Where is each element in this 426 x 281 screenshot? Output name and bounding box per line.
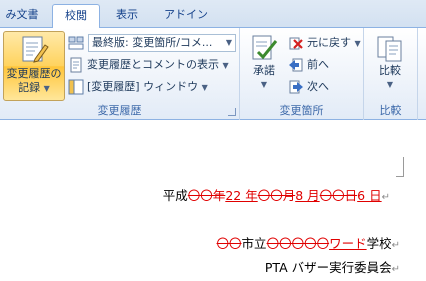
chevron-down-icon: ▼ bbox=[43, 84, 50, 93]
deleted-text: 〇〇年 bbox=[187, 188, 226, 203]
committee-name: PTA バザー実行委員会 bbox=[264, 260, 392, 275]
school-type: 市立 bbox=[241, 236, 267, 251]
changes-group: 承諾 ▼ 元に戻す ▼ 前へ 次へ 変更箇所 bbox=[240, 28, 364, 120]
inserted-text: ワード bbox=[329, 236, 367, 251]
inserted-text: 8 月 bbox=[295, 188, 320, 203]
ribbon-tab-bar: み文書 校閲 表示 アドイン bbox=[0, 0, 426, 29]
display-for-review-select[interactable]: 最終版: 変更箇所/コメ... ▼ bbox=[88, 34, 236, 52]
track-changes-icon bbox=[22, 36, 49, 63]
show-markup-label: 変更履歴とコメントの表示 bbox=[87, 58, 219, 71]
compare-icon bbox=[377, 36, 402, 62]
deleted-text: 〇〇〇〇〇 bbox=[266, 236, 330, 251]
accept-label: 承諾 bbox=[253, 64, 275, 77]
school-suffix: 学校 bbox=[366, 236, 392, 251]
paragraph-mark: ↵ bbox=[391, 264, 400, 275]
chevron-down-icon: ▼ bbox=[386, 80, 394, 89]
deleted-text: 〇〇月 bbox=[257, 188, 296, 203]
compare-group-label: 比較 bbox=[379, 104, 402, 117]
reviewing-pane-button[interactable]: [変更履歴] ウィンドウ ▼ bbox=[68, 78, 208, 96]
deleted-text: 〇〇 bbox=[216, 236, 242, 251]
reject-button[interactable]: 元に戻す ▼ bbox=[288, 34, 361, 52]
compare-group: 比較 ▼ 比較 bbox=[364, 28, 418, 120]
chevron-down-icon: ▼ bbox=[354, 39, 361, 48]
display-for-review-row bbox=[68, 34, 87, 52]
deleted-text: 〇〇日 bbox=[319, 188, 358, 203]
reviewing-pane-label: [変更履歴] ウィンドウ bbox=[87, 80, 199, 93]
chevron-down-icon: ▼ bbox=[260, 80, 268, 89]
track-changes-label-2: 記録 bbox=[18, 81, 41, 94]
reject-label: 元に戻す bbox=[307, 36, 351, 49]
chevron-down-icon: ▼ bbox=[225, 38, 232, 47]
chevron-down-icon: ▼ bbox=[201, 83, 208, 92]
tab-addins[interactable]: アドイン bbox=[160, 4, 212, 29]
page-corner-mark bbox=[396, 157, 404, 177]
tab-review[interactable]: 校閲 bbox=[52, 4, 100, 29]
track-changes-group: 変更履歴の 記録 ▼ 最終版: 変更箇所/コメ... ▼ 変更履歴とコメントの表… bbox=[0, 28, 240, 120]
dialog-launcher-icon[interactable] bbox=[228, 108, 236, 116]
previous-change-icon bbox=[289, 58, 303, 72]
compare-button[interactable]: 比較 ▼ bbox=[370, 31, 410, 101]
previous-change-button[interactable]: 前へ bbox=[288, 56, 329, 74]
accept-icon bbox=[252, 35, 278, 60]
paragraph-mark: ↵ bbox=[391, 240, 400, 251]
changes-group-label: 変更箇所 bbox=[279, 104, 324, 117]
ribbon: 変更履歴の 記録 ▼ 最終版: 変更箇所/コメ... ▼ 変更履歴とコメントの表… bbox=[0, 28, 426, 120]
date-era: 平成 bbox=[162, 188, 188, 203]
reject-icon bbox=[289, 37, 303, 50]
show-markup-button[interactable]: 変更履歴とコメントの表示 ▼ bbox=[68, 56, 229, 74]
inserted-text: 22 年 bbox=[225, 188, 258, 203]
display-for-review-icon bbox=[68, 36, 84, 50]
show-markup-icon bbox=[70, 57, 82, 73]
next-change-label: 次へ bbox=[307, 80, 329, 93]
inserted-text: 6 日 bbox=[357, 188, 382, 203]
doc-line-school[interactable]: 〇〇市立〇〇〇〇〇ワード学校↵ bbox=[217, 233, 400, 252]
previous-change-label: 前へ bbox=[307, 58, 329, 71]
track-changes-button[interactable]: 変更履歴の 記録 ▼ bbox=[3, 31, 65, 101]
display-for-review-value: 最終版: 変更箇所/コメ... bbox=[92, 36, 213, 49]
accept-button[interactable]: 承諾 ▼ bbox=[244, 31, 284, 101]
reviewing-pane-icon bbox=[68, 79, 84, 95]
compare-label: 比較 bbox=[379, 64, 401, 77]
document-page[interactable]: 平成〇〇年22 年〇〇月8 月〇〇日6 日↵ 〇〇市立〇〇〇〇〇ワード学校↵ P… bbox=[0, 121, 426, 281]
doc-line-committee[interactable]: PTA バザー実行委員会↵ bbox=[265, 257, 400, 276]
paragraph-mark: ↵ bbox=[381, 192, 390, 203]
tab-view[interactable]: 表示 bbox=[106, 4, 148, 29]
track-changes-label-1: 変更履歴の bbox=[6, 67, 62, 80]
doc-line-date[interactable]: 平成〇〇年22 年〇〇月8 月〇〇日6 日↵ bbox=[163, 185, 390, 204]
chevron-down-icon: ▼ bbox=[222, 61, 229, 70]
tab-mailings[interactable]: み文書 bbox=[0, 4, 44, 29]
next-change-icon bbox=[289, 80, 303, 94]
next-change-button[interactable]: 次へ bbox=[288, 78, 329, 96]
track-changes-group-label: 変更履歴 bbox=[97, 104, 142, 117]
